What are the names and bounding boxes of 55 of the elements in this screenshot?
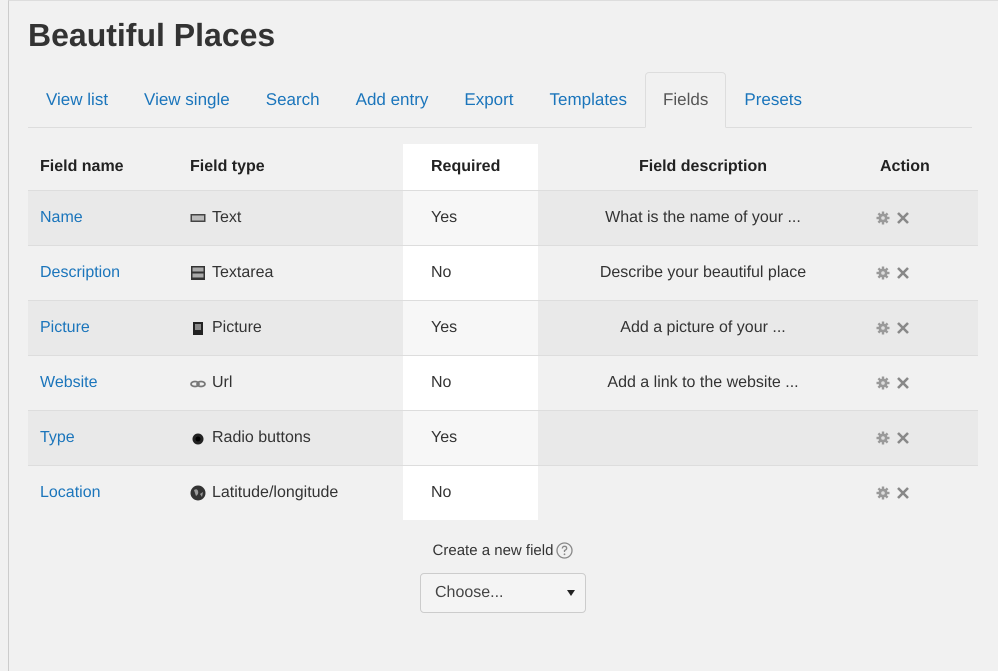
required-text: No [431, 484, 452, 502]
image-icon [190, 320, 206, 336]
field-type-text: Radio buttons [212, 429, 311, 447]
required-text: Yes [431, 209, 458, 227]
delete-icon[interactable] [896, 431, 910, 445]
column-header: Field description [638, 157, 768, 177]
field-description-text: Add a link to the website ... [607, 374, 799, 392]
column-header: Field type [189, 157, 266, 177]
field-description-text: Describe your beautiful place [600, 264, 806, 282]
field-name-link[interactable]: Location [40, 484, 100, 502]
settings-icon[interactable] [876, 211, 890, 225]
tab[interactable]: View list [28, 72, 126, 128]
field-description-text: Add a picture of your ... [620, 319, 786, 337]
help-icon[interactable] [556, 542, 574, 559]
field-type-text: Text [212, 209, 242, 227]
delete-icon[interactable] [896, 376, 910, 390]
column-header: Field name [39, 157, 125, 177]
settings-icon[interactable] [876, 376, 890, 390]
field-name-link[interactable]: Description [40, 264, 120, 282]
globe-icon [190, 485, 206, 501]
required-text: No [431, 264, 452, 282]
tab[interactable]: Export [446, 72, 532, 128]
field-type-select[interactable]: Choose... [420, 573, 586, 613]
delete-icon[interactable] [896, 266, 910, 280]
field-type-text: Latitude/longitude [212, 484, 338, 502]
field-type-text: Picture [212, 319, 262, 337]
settings-icon[interactable] [876, 431, 890, 445]
settings-icon[interactable] [876, 266, 890, 280]
settings-icon[interactable] [876, 486, 890, 500]
tab[interactable]: Search [248, 72, 338, 128]
delete-icon[interactable] [896, 486, 910, 500]
required-text: No [431, 374, 452, 392]
required-text: Yes [431, 429, 458, 447]
text-area-icon [190, 265, 206, 281]
column-header: Required [403, 144, 538, 190]
delete-icon[interactable] [896, 211, 910, 225]
field-name-link[interactable]: Picture [40, 319, 90, 337]
delete-icon[interactable] [896, 321, 910, 335]
required-text: Yes [431, 319, 458, 337]
field-type-text: Url [212, 374, 232, 392]
tab[interactable]: Templates [532, 72, 645, 128]
page-title: Beautiful Places [28, 16, 276, 55]
field-type-text: Textarea [212, 264, 274, 282]
create-field-label: Create a new field [432, 542, 554, 559]
field-description-text: What is the name of your ... [605, 209, 801, 227]
field-name-link[interactable]: Type [40, 429, 75, 447]
caret-icon [567, 590, 575, 596]
tab[interactable]: Add entry [338, 72, 446, 128]
tab[interactable]: View single [126, 72, 248, 128]
field-name-link[interactable]: Name [40, 209, 83, 227]
tab[interactable]: Presets [726, 72, 820, 128]
field-name-link[interactable]: Website [40, 374, 98, 392]
column-header: Action [879, 157, 931, 177]
tab[interactable]: Fields [645, 72, 726, 128]
settings-icon[interactable] [876, 321, 890, 335]
